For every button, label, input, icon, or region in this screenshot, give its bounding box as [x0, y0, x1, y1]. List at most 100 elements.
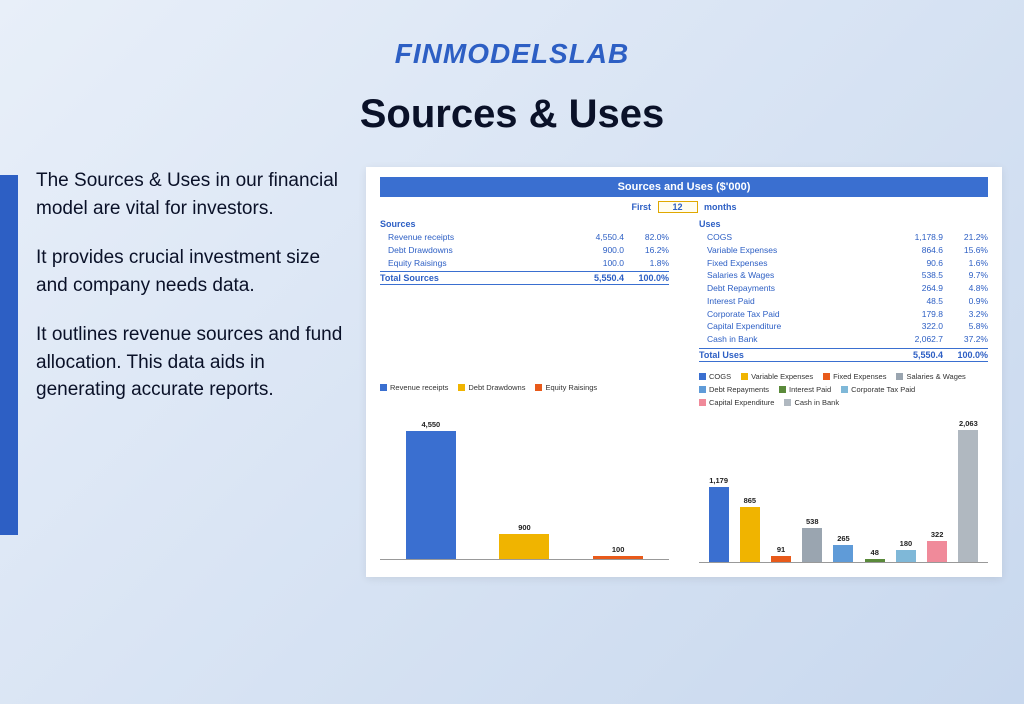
legend-item: Debt Repayments: [699, 385, 769, 394]
table-row: Cash in Bank2,062.737.2%: [699, 333, 988, 346]
row-value: 4,550.4: [569, 231, 624, 244]
row-label: Debt Repayments: [699, 282, 888, 295]
legend-item: Salaries & Wages: [896, 372, 965, 381]
bar-rect: [771, 556, 791, 562]
paragraph-3: It outlines revenue sources and fund all…: [36, 321, 348, 404]
legend-item: Debt Drawdowns: [458, 372, 525, 404]
legend-label: Salaries & Wages: [906, 372, 965, 381]
accent-bar: [0, 175, 18, 535]
bar: 322: [927, 530, 947, 561]
table-row: Revenue receipts4,550.482.0%: [380, 231, 669, 244]
panel-title: Sources and Uses ($'000): [380, 177, 988, 197]
sources-total-label: Total Sources: [380, 273, 569, 283]
row-pct: 9.7%: [943, 269, 988, 282]
bar: 538: [802, 517, 822, 562]
row-value: 2,062.7: [888, 333, 943, 346]
legend-swatch: [823, 373, 830, 380]
row-pct: 3.2%: [943, 308, 988, 321]
row-label: Variable Expenses: [699, 244, 888, 257]
bar-value-label: 48: [871, 548, 879, 557]
period-input[interactable]: 12: [658, 201, 698, 213]
bar-value-label: 100: [612, 545, 625, 554]
row-pct: 15.6%: [943, 244, 988, 257]
bar: 48: [865, 548, 885, 562]
row-value: 900.0: [569, 244, 624, 257]
legend-label: Cash in Bank: [794, 398, 839, 407]
bar: 1,179: [709, 476, 729, 562]
table-row: COGS1,178.921.2%: [699, 231, 988, 244]
sources-total-pct: 100.0%: [624, 273, 669, 283]
uses-header: Uses: [699, 219, 988, 229]
bar: 265: [833, 534, 853, 562]
row-label: Debt Drawdowns: [380, 244, 569, 257]
legend-label: COGS: [709, 372, 731, 381]
sources-total-value: 5,550.4: [569, 273, 624, 283]
bar: 2,063: [958, 419, 978, 561]
row-value: 264.9: [888, 282, 943, 295]
row-label: Salaries & Wages: [699, 269, 888, 282]
table-row: Debt Repayments264.94.8%: [699, 282, 988, 295]
row-value: 90.6: [888, 257, 943, 270]
row-pct: 0.9%: [943, 295, 988, 308]
legend-label: Fixed Expenses: [833, 372, 886, 381]
row-pct: 16.2%: [624, 244, 669, 257]
row-value: 100.0: [569, 257, 624, 270]
bar: 865: [740, 496, 760, 562]
period-prefix: First: [631, 202, 651, 212]
legend-item: Fixed Expenses: [823, 372, 886, 381]
bar-rect: [709, 487, 729, 562]
legend-swatch: [699, 399, 706, 406]
legend-label: Equity Raisings: [545, 383, 597, 392]
row-label: Equity Raisings: [380, 257, 569, 270]
bar: 91: [771, 545, 791, 562]
legend-label: Variable Expenses: [751, 372, 813, 381]
legend-swatch: [896, 373, 903, 380]
legend-swatch: [741, 373, 748, 380]
period-suffix: months: [704, 202, 737, 212]
description-column: The Sources & Uses in our financial mode…: [36, 167, 366, 577]
bar-rect: [802, 528, 822, 562]
row-pct: 1.6%: [943, 257, 988, 270]
uses-table: Uses COGS1,178.921.2%Variable Expenses86…: [699, 219, 988, 362]
legend-item: Capital Expenditure: [699, 398, 774, 407]
row-value: 48.5: [888, 295, 943, 308]
table-row: Variable Expenses864.615.6%: [699, 244, 988, 257]
legend-label: Debt Drawdowns: [468, 383, 525, 392]
legend-item: COGS: [699, 372, 731, 381]
row-pct: 5.8%: [943, 320, 988, 333]
table-row: Equity Raisings100.01.8%: [380, 257, 669, 270]
bar-rect: [406, 431, 456, 558]
row-value: 538.5: [888, 269, 943, 282]
bar-value-label: 1,179: [709, 476, 728, 485]
bar-value-label: 865: [744, 496, 757, 505]
sources-uses-panel: Sources and Uses ($'000) First 12 months…: [366, 167, 1002, 577]
legend-label: Interest Paid: [789, 385, 831, 394]
bar-rect: [958, 430, 978, 561]
row-value: 322.0: [888, 320, 943, 333]
paragraph-1: The Sources & Uses in our financial mode…: [36, 167, 348, 222]
bar-value-label: 900: [518, 523, 531, 532]
sources-total-row: Total Sources 5,550.4 100.0%: [380, 271, 669, 285]
bar: 100: [593, 545, 643, 559]
row-label: Corporate Tax Paid: [699, 308, 888, 321]
legend-item: Equity Raisings: [535, 372, 597, 404]
row-label: Revenue receipts: [380, 231, 569, 244]
brand-logo: FINMODELSLAB: [0, 0, 1024, 70]
row-label: Cash in Bank: [699, 333, 888, 346]
row-pct: 4.8%: [943, 282, 988, 295]
legend-item: Variable Expenses: [741, 372, 813, 381]
row-label: Interest Paid: [699, 295, 888, 308]
legend-swatch: [784, 399, 791, 406]
uses-total-label: Total Uses: [699, 350, 888, 360]
row-label: Fixed Expenses: [699, 257, 888, 270]
row-label: COGS: [699, 231, 888, 244]
bar-rect: [593, 556, 643, 559]
bar-value-label: 180: [900, 539, 913, 548]
sources-table: Sources Revenue receipts4,550.482.0%Debt…: [380, 219, 669, 362]
page-title: Sources & Uses: [0, 92, 1024, 137]
bar-rect: [499, 534, 549, 559]
table-row: Interest Paid48.50.9%: [699, 295, 988, 308]
row-pct: 82.0%: [624, 231, 669, 244]
table-row: Debt Drawdowns900.016.2%: [380, 244, 669, 257]
legend-item: Interest Paid: [779, 385, 831, 394]
